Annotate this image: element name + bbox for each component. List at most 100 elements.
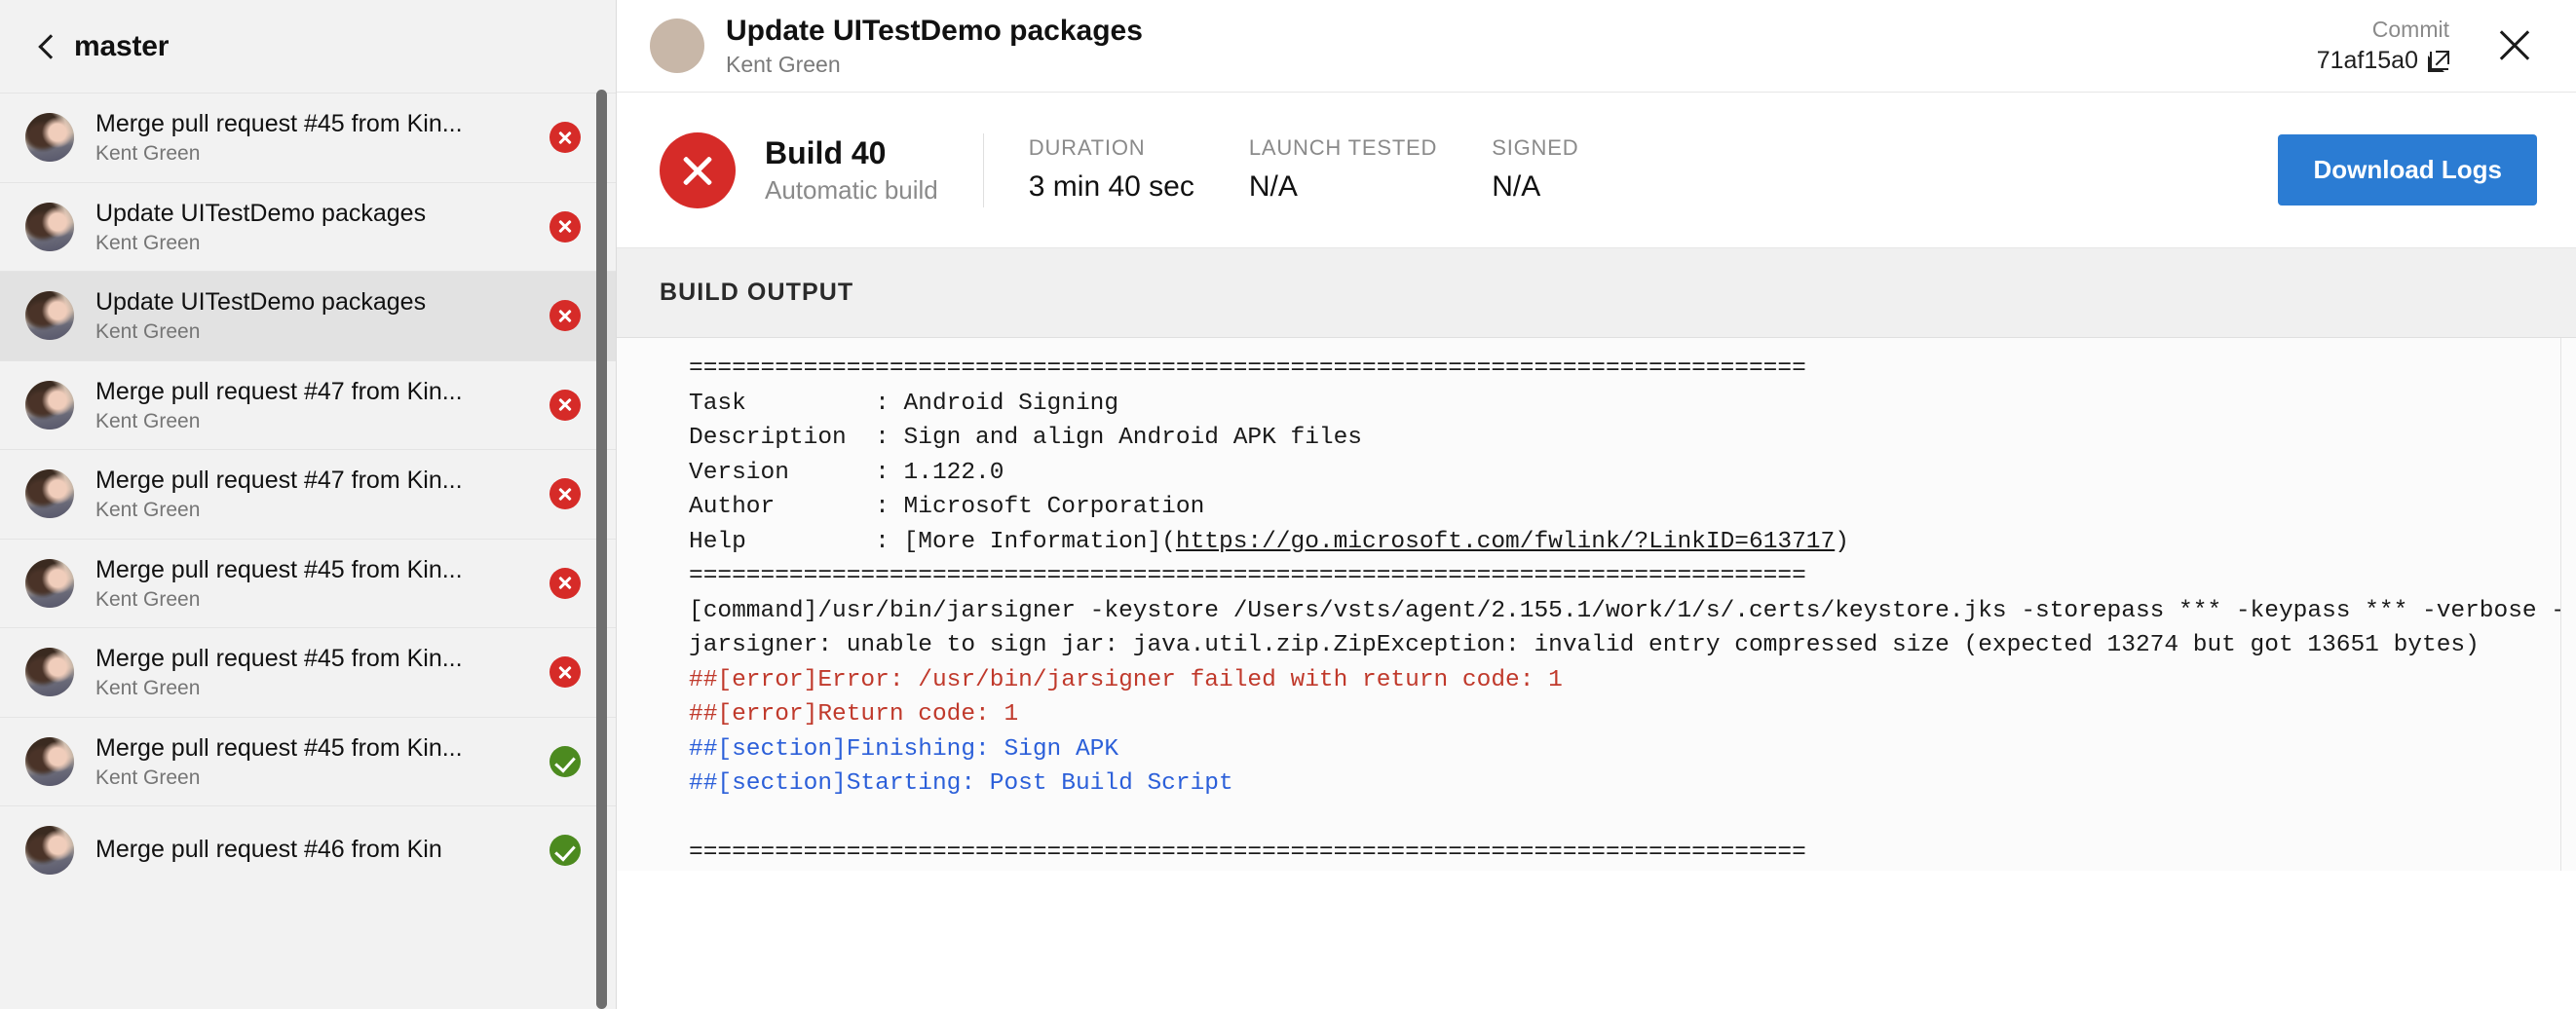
status-failed-icon [549, 478, 581, 510]
status-failed-icon [549, 389, 581, 421]
log-line-text: Help : [More Information]( [689, 528, 1176, 555]
log-line-text: ) [1835, 528, 1849, 555]
status-failed-icon [549, 567, 581, 599]
status-failed-icon [549, 122, 581, 154]
status-failed-icon [549, 656, 581, 689]
page-title: Update UITestDemo packages [726, 14, 1143, 47]
commit-list-item[interactable]: Update UITestDemo packages Kent Green [0, 181, 616, 271]
avatar [650, 19, 704, 73]
avatar [25, 380, 74, 430]
commit-text-block: Update UITestDemo packages Kent Green [95, 199, 532, 255]
commit-list-item[interactable]: Update UITestDemo packages Kent Green [0, 271, 616, 360]
avatar [25, 113, 74, 163]
avatar [25, 558, 74, 608]
log-line: jarsigner: unable to sign jar: java.util… [689, 632, 2480, 658]
close-icon[interactable] [2492, 23, 2537, 68]
log-line: ========================================… [689, 563, 1806, 589]
log-vertical-scrollbar[interactable] [2560, 338, 2576, 871]
commit-title: Merge pull request #45 from Kin... [95, 555, 463, 583]
commit-hash-row[interactable]: 71af15a0 [2317, 47, 2449, 75]
metric-value: N/A [1492, 170, 1541, 204]
sidebar-scrollbar[interactable] [596, 90, 607, 1009]
commit-list: Merge pull request #45 from Kin... Kent G… [0, 93, 616, 1009]
commit-label: Commit [2371, 16, 2449, 42]
commit-title: Merge pull request #46 from Kin [95, 835, 442, 863]
build-number: Build 40 [765, 134, 887, 170]
log-line: ##[error]Return code: 1 [689, 701, 1019, 728]
commit-list-item[interactable]: Merge pull request #45 from Kin... Kent G… [0, 538, 616, 627]
build-output-header: BUILD OUTPUT [617, 248, 2576, 338]
commit-author: Kent Green [95, 409, 201, 432]
commit-list-item[interactable]: Merge pull request #45 from Kin... Kent G… [0, 716, 616, 805]
avatar [25, 648, 74, 697]
log-line: Task : Android Signing [689, 390, 1119, 417]
build-output-title: BUILD OUTPUT [660, 279, 854, 306]
branch-name: master [74, 29, 170, 62]
commit-list-item[interactable]: Merge pull request #46 from Kin [0, 805, 616, 895]
commit-title: Merge pull request #47 from Kin... [95, 467, 463, 495]
log-line: ##[section]Finishing: Sign APK [689, 735, 1119, 763]
commit-title: Merge pull request #45 from Kin... [95, 733, 463, 762]
commit-title: Merge pull request #45 from Kin... [95, 110, 463, 138]
avatar [25, 291, 74, 341]
avatar [25, 469, 74, 519]
commit-author: Kent Green [95, 677, 201, 700]
commit-list-item[interactable]: Merge pull request #47 from Kin... Kent G… [0, 449, 616, 539]
commit-title: Update UITestDemo packages [95, 288, 427, 317]
detail-header: Update UITestDemo packages Kent Green Co… [617, 0, 2576, 93]
commit-title: Update UITestDemo packages [95, 199, 427, 227]
log-line: ========================================… [689, 840, 1806, 866]
download-logs-button[interactable]: Download Logs [2278, 134, 2537, 206]
avatar [25, 202, 74, 251]
build-failed-icon [660, 131, 736, 208]
metric-label: LAUNCH TESTED [1248, 134, 1438, 160]
commit-text-block: Merge pull request #45 from Kin... Kent G… [95, 733, 532, 790]
commit-author: Kent Green [95, 766, 201, 789]
build-log-content: ========================================… [617, 338, 2560, 871]
build-summary-bar: Build 40 Automatic build DURATION 3 min … [617, 93, 2576, 248]
commit-author: Kent Green [95, 231, 201, 254]
commit-author: Kent Green [726, 51, 841, 77]
commit-sidebar: master Merge pull request #45 from Kin..… [0, 0, 617, 1009]
build-type: Automatic build [765, 174, 938, 205]
commit-text-block: Merge pull request #47 from Kin... Kent G… [95, 466, 532, 522]
avatar [25, 736, 74, 786]
commit-author: Kent Green [95, 499, 201, 522]
commit-text-block: Merge pull request #45 from Kin... Kent G… [95, 555, 532, 612]
metric-launch-tested: LAUNCH TESTED N/A [1249, 134, 1437, 206]
log-line-url[interactable]: https://go.microsoft.com/fwlink/?LinkID=… [1176, 529, 1835, 555]
log-line: Version : 1.122.0 [689, 459, 1004, 486]
commit-list-item[interactable]: Merge pull request #45 from Kin... Kent G… [0, 627, 616, 717]
metric-label: SIGNED [1492, 134, 1579, 160]
sidebar-header: master [0, 0, 616, 93]
metric-signed: SIGNED N/A [1492, 134, 1578, 206]
commit-title: Merge pull request #45 from Kin... [95, 645, 463, 673]
metric-value: 3 min 40 sec [1028, 170, 1194, 204]
commit-text-block: Merge pull request #45 from Kin... Kent G… [95, 644, 532, 700]
log-line: ##[section]Starting: Post Build Script [689, 770, 1233, 797]
metric-label: DURATION [1028, 134, 1146, 160]
commit-author: Kent Green [95, 587, 201, 611]
commit-info: Commit 71af15a0 [2317, 17, 2449, 76]
commit-list-item[interactable]: Merge pull request #47 from Kin... Kent G… [0, 359, 616, 449]
log-line: Author : Microsoft Corporation [689, 494, 1205, 520]
commit-text-block: Merge pull request #45 from Kin... Kent G… [95, 109, 532, 166]
metric-value: N/A [1248, 170, 1298, 204]
status-success-icon [549, 745, 581, 777]
metric-duration: DURATION 3 min 40 sec [1029, 134, 1194, 206]
status-failed-icon [549, 300, 581, 332]
log-line: Description : Sign and align Android APK… [689, 425, 1363, 451]
log-line: ========================================… [689, 355, 1806, 382]
log-line: Help : [More Information](https://go.mic… [689, 525, 2560, 560]
external-link-icon[interactable] [2428, 50, 2449, 72]
commit-author: Kent Green [95, 320, 201, 344]
build-log-area[interactable]: ========================================… [617, 338, 2576, 871]
chevron-left-icon[interactable] [35, 34, 60, 59]
commit-list-item[interactable]: Merge pull request #45 from Kin... Kent G… [0, 93, 616, 182]
commit-text-block: Merge pull request #46 from Kin [95, 835, 532, 867]
detail-title-block: Update UITestDemo packages Kent Green [726, 14, 2317, 79]
log-line: Task : Shell Script [689, 871, 2560, 872]
build-name-block: Build 40 Automatic build [765, 133, 938, 207]
commit-title: Merge pull request #47 from Kin... [95, 377, 463, 405]
